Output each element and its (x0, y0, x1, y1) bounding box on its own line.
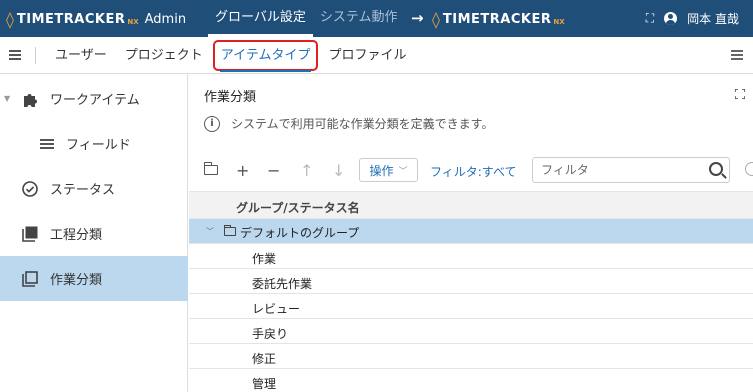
tab-profiles[interactable]: プロファイル (319, 37, 415, 74)
arrow-down-icon: ↓ (332, 160, 346, 180)
fullscreen-icon[interactable]: ⛶ (646, 11, 654, 26)
sidebar-item-label: ステータス (50, 183, 116, 198)
table-row[interactable]: 管理 (189, 369, 753, 392)
operation-dropdown[interactable]: 操作 ﹀ (359, 158, 418, 182)
group-row[interactable]: ﹀ デフォルトのグループ (189, 219, 753, 244)
top-nav: グローバル設定 システム動作 (208, 0, 405, 37)
info-message: i システムで利用可能な作業分類を定義できます。 (204, 115, 493, 132)
square-stack-icon (21, 225, 39, 243)
tab-item-types[interactable]: アイテムタイプ (212, 37, 320, 74)
arrow-right-icon: → (411, 9, 424, 27)
arrow-up-icon: ↑ (300, 160, 314, 180)
row-label: 作業 (252, 252, 277, 266)
logo-mode: Admin (144, 11, 187, 27)
group-label: デフォルトのグループ (240, 226, 360, 240)
sub-nav: ユーザー プロジェクト アイテムタイプ プロファイル (46, 37, 415, 74)
user-avatar-icon[interactable] (664, 12, 678, 25)
sidebar-item-work-item[interactable]: ▼ ワークアイテム (0, 76, 188, 121)
row-label: 管理 (252, 377, 277, 391)
row-label: レビュー (252, 302, 301, 316)
move-down-button[interactable]: ↓ (332, 159, 345, 181)
caret-down-icon[interactable]: ▼ (4, 94, 10, 103)
chevron-down-icon[interactable]: ﹀ (206, 226, 214, 237)
tab-system-behavior[interactable]: システム動作 (313, 0, 405, 37)
tab-global-settings[interactable]: グローバル設定 (208, 0, 313, 37)
row-label: 委託先作業 (252, 277, 313, 291)
main-content: 作業分類 i システムで利用可能な作業分類を定義できます。 + − ↑ ↓ 操作… (189, 74, 753, 392)
header-right: ⛶ 岡本 直哉 (646, 0, 739, 37)
puzzle-icon (21, 90, 39, 108)
table-row[interactable]: レビュー (189, 294, 753, 319)
table-row[interactable]: 委託先作業 (189, 269, 753, 294)
check-circle-icon (21, 180, 39, 198)
square-stack-icon (21, 270, 39, 288)
filter-input[interactable] (532, 157, 730, 183)
link-logo-text: TIMETRACKER (442, 11, 552, 27)
sidebar-item-status[interactable]: ステータス (0, 166, 188, 211)
toolbar: + − ↑ ↓ 操作 ﹀ フィルタ:すべて (189, 154, 753, 186)
folder-icon (223, 225, 236, 236)
row-label: 修正 (252, 352, 277, 366)
divider (35, 47, 36, 64)
column-header: グループ/ステータス名 (189, 191, 753, 219)
sidebar-item-work-category[interactable]: 作業分類 (0, 256, 188, 301)
filter-link[interactable]: フィルタ:すべて (430, 163, 516, 180)
plus-icon: + (236, 160, 250, 180)
highlight-box (212, 40, 319, 71)
sidebar-item-label: 作業分類 (50, 273, 103, 288)
logo-suffix: NX (127, 18, 139, 26)
table-row[interactable]: 修正 (189, 344, 753, 369)
logo-glyph-icon: ◊ (432, 9, 440, 29)
folder-button[interactable] (203, 159, 218, 181)
remove-button[interactable]: − (267, 159, 280, 181)
top-header: ◊ TIMETRACKER NX Admin グローバル設定 システム動作 → … (0, 0, 753, 37)
logo-text: TIMETRACKER (16, 11, 126, 27)
tab-users[interactable]: ユーザー (46, 37, 116, 74)
table-row[interactable]: 手戻り (189, 319, 753, 344)
page-title: 作業分類 (204, 90, 257, 105)
table-row[interactable]: 作業 (189, 244, 753, 269)
list-view-icon[interactable] (731, 50, 743, 60)
minus-icon: − (267, 160, 281, 180)
info-text: システムで利用可能な作業分類を定義できます。 (231, 117, 494, 131)
sidebar: ▼ ワークアイテム フィールド ステータス 工程分類 作業分類 (0, 74, 188, 392)
chevron-down-icon: ﹀ (398, 166, 408, 177)
link-logo-suffix: NX (553, 18, 565, 26)
sidebar-item-label: 工程分類 (50, 228, 103, 243)
add-button[interactable]: + (236, 159, 249, 181)
logo-glyph-icon: ◊ (6, 9, 14, 29)
settings-icon[interactable] (745, 162, 753, 176)
sidebar-item-process-category[interactable]: 工程分類 (0, 211, 188, 256)
row-label: 手戻り (252, 327, 289, 341)
column-header-label: グループ/ステータス名 (236, 201, 360, 215)
folder-icon (203, 162, 218, 175)
sidebar-item-label: フィールド (66, 138, 131, 153)
user-name[interactable]: 岡本 直哉 (687, 10, 739, 27)
info-icon: i (204, 115, 220, 132)
app-logo[interactable]: ◊ TIMETRACKER NX Admin (6, 8, 186, 30)
tab-projects[interactable]: プロジェクト (116, 37, 212, 74)
hamburger-menu-icon[interactable] (9, 50, 21, 60)
sidebar-item-label: ワークアイテム (50, 93, 140, 108)
operation-label: 操作 (369, 163, 394, 178)
app-link-logo[interactable]: ◊ TIMETRACKER NX (432, 8, 565, 30)
sidebar-item-fields[interactable]: フィールド (0, 121, 188, 166)
expand-icon[interactable] (734, 88, 746, 100)
search-icon[interactable] (709, 162, 723, 176)
move-up-button[interactable]: ↑ (300, 159, 313, 181)
list-lines-icon (38, 135, 56, 153)
sub-nav-bar: ユーザー プロジェクト アイテムタイプ プロファイル (0, 37, 753, 74)
